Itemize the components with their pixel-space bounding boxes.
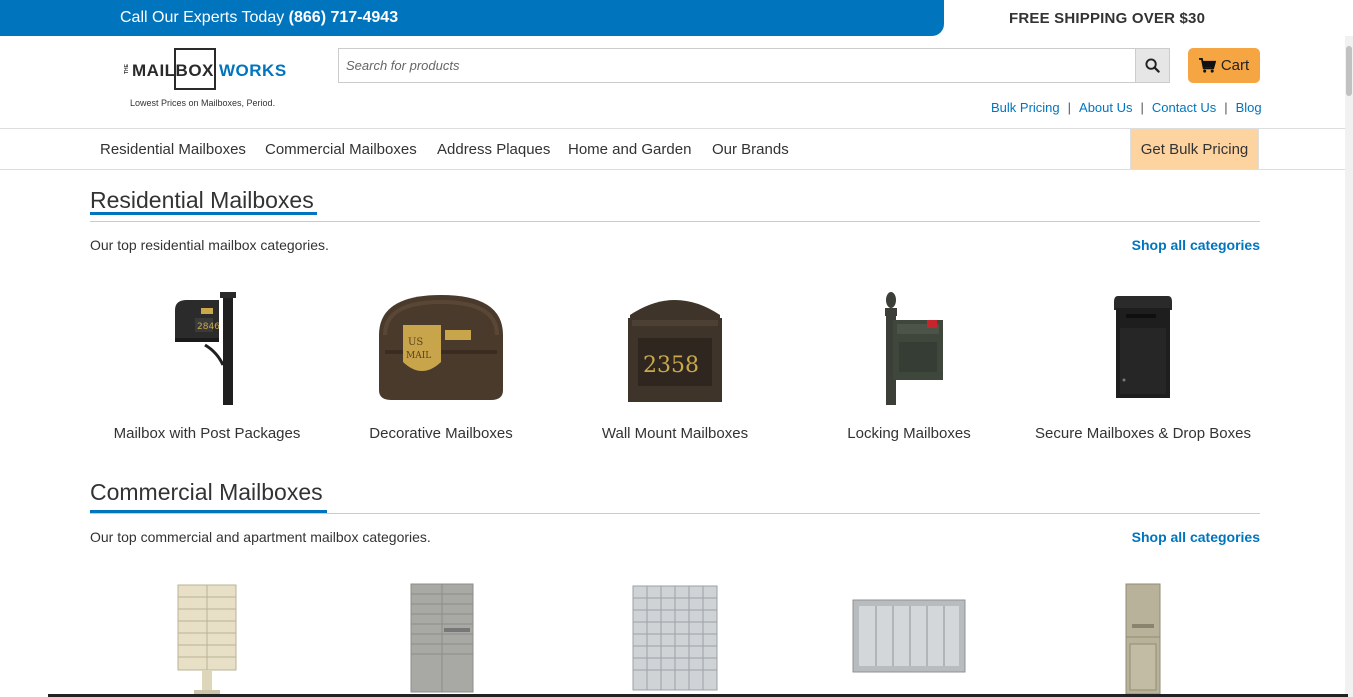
search-icon xyxy=(1145,58,1160,73)
parcel-locker-image xyxy=(1125,583,1161,695)
product-card-mailbox-with-post[interactable]: 2846 Mailbox with Post Packages xyxy=(90,285,324,445)
residential-shop-all-link[interactable]: Shop all categories xyxy=(1132,237,1260,253)
bulk-pricing-link[interactable]: Bulk Pricing xyxy=(991,100,1060,115)
link-separator: | xyxy=(1140,100,1144,115)
residential-section-description: Our top residential mailbox categories. xyxy=(90,237,329,253)
logo-mailbox: MAILBOX xyxy=(132,61,214,80)
get-bulk-pricing-button[interactable]: Get Bulk Pricing xyxy=(1130,129,1259,169)
nav-residential-mailboxes[interactable]: Residential Mailboxes xyxy=(100,141,246,158)
drop-box-image xyxy=(1114,296,1172,398)
product-label: Decorative Mailboxes xyxy=(369,425,513,442)
blog-link[interactable]: Blog xyxy=(1236,100,1262,115)
nav-commercial-mailboxes[interactable]: Commercial Mailboxes xyxy=(265,141,417,158)
section-title-underline xyxy=(90,212,317,215)
cart-button[interactable]: Cart xyxy=(1188,48,1260,83)
product-label: Secure Mailboxes & Drop Boxes xyxy=(1035,425,1251,442)
phone-number[interactable]: (866) 717-4943 xyxy=(289,9,398,26)
wall-mount-mailbox-image: 2358 xyxy=(628,300,722,402)
product-card-vertical-mailbox[interactable] xyxy=(792,580,1026,697)
link-separator: | xyxy=(1224,100,1228,115)
section-divider xyxy=(90,513,1260,514)
page-scrollbar[interactable] xyxy=(1345,36,1353,697)
svg-text:2358: 2358 xyxy=(643,353,699,378)
contact-us-link[interactable]: Contact Us xyxy=(1152,100,1216,115)
svg-text:2846: 2846 xyxy=(197,322,220,332)
search-button[interactable] xyxy=(1135,49,1169,82)
scrollbar-thumb[interactable] xyxy=(1346,46,1352,96)
front-loading-4c-image xyxy=(410,583,474,693)
mailbox-post-image: 2846 xyxy=(175,292,236,405)
about-us-link[interactable]: About Us xyxy=(1079,100,1132,115)
product-card-horizontal-mailbox[interactable] xyxy=(558,580,792,697)
product-card-parcel-locker[interactable] xyxy=(1026,580,1260,697)
main-nav: Residential Mailboxes Commercial Mailbox… xyxy=(0,128,1353,170)
section-title-underline xyxy=(90,510,327,513)
svg-text:MAIL: MAIL xyxy=(406,351,431,361)
horizontal-mailbox-image xyxy=(632,585,718,691)
nav-our-brands[interactable]: Our Brands xyxy=(712,141,789,158)
product-label: Wall Mount Mailboxes xyxy=(601,425,749,442)
call-banner: Call Our Experts Today (866) 717-4943 xyxy=(0,0,944,36)
product-card-wall-mount[interactable]: 2358 Wall Mount Mailboxes xyxy=(558,285,792,445)
product-card-locking[interactable]: Locking Mailboxes xyxy=(792,285,1026,445)
product-card-horizontal-4c[interactable] xyxy=(324,580,558,697)
link-separator: | xyxy=(1067,100,1072,115)
decorative-mailbox-image: US MAIL xyxy=(379,295,503,400)
logo-tagline: Lowest Prices on Mailboxes, Period. xyxy=(130,98,276,108)
cluster-box-unit-image xyxy=(177,584,237,694)
nav-home-and-garden[interactable]: Home and Garden xyxy=(568,141,691,158)
cart-icon xyxy=(1198,58,1216,73)
product-label: Mailbox with Post Packages xyxy=(113,425,301,442)
call-text: Call Our Experts Today (866) 717-4943 xyxy=(120,9,398,27)
locking-mailbox-image xyxy=(885,292,943,405)
logo-works: WORKS xyxy=(219,61,287,80)
free-shipping-text: FREE SHIPPING OVER $30 xyxy=(1009,10,1206,27)
logo-the: THE xyxy=(124,64,130,74)
search-bar xyxy=(338,48,1170,83)
commercial-section-description: Our top commercial and apartment mailbox… xyxy=(90,529,431,545)
top-bar: Call Our Experts Today (866) 717-4943 FR… xyxy=(0,0,1353,36)
utility-links: Bulk Pricing | About Us | Contact Us | Blog xyxy=(991,100,1262,115)
nav-address-plaques[interactable]: Address Plaques xyxy=(437,141,550,158)
cart-label: Cart xyxy=(1220,57,1250,74)
product-card-secure-drop-box[interactable]: Secure Mailboxes & Drop Boxes xyxy=(1026,285,1260,445)
call-label: Call Our Experts Today xyxy=(120,9,285,26)
product-card-cluster-box[interactable] xyxy=(90,580,324,697)
vertical-mailbox-image xyxy=(852,599,966,673)
product-card-decorative[interactable]: US MAIL Decorative Mailboxes xyxy=(324,285,558,445)
site-logo[interactable]: THE MAILBOX WORKS Lowest Prices on Mailb… xyxy=(124,48,294,108)
svg-text:US: US xyxy=(408,337,423,348)
search-input[interactable] xyxy=(339,49,1129,82)
product-label: Locking Mailboxes xyxy=(847,425,971,442)
section-divider xyxy=(90,221,1260,222)
commercial-shop-all-link[interactable]: Shop all categories xyxy=(1132,529,1260,545)
residential-section-title: Residential Mailboxes xyxy=(90,187,314,213)
commercial-section-title: Commercial Mailboxes xyxy=(90,479,323,505)
